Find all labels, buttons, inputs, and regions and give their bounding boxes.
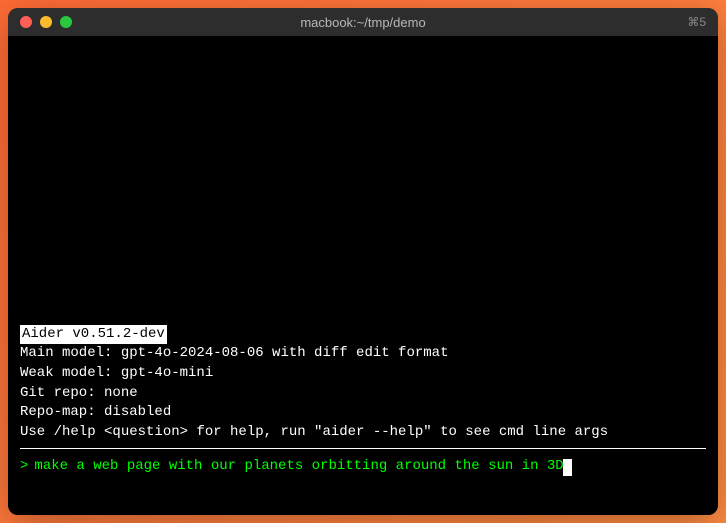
close-button[interactable]: [20, 16, 32, 28]
prompt-symbol: >: [20, 457, 28, 477]
prompt-line[interactable]: > make a web page with our planets orbit…: [20, 457, 706, 477]
maximize-button[interactable]: [60, 16, 72, 28]
version-badge: Aider v0.51.2-dev: [20, 325, 167, 345]
weak-model-line: Weak model: gpt-4o-mini: [20, 364, 706, 384]
terminal-empty-area: [20, 44, 706, 325]
main-model-line: Main model: gpt-4o-2024-08-06 with diff …: [20, 344, 706, 364]
version-line: Aider v0.51.2-dev: [20, 325, 706, 345]
repo-map-line: Repo-map: disabled: [20, 403, 706, 423]
prompt-input[interactable]: make a web page with our planets orbitti…: [34, 457, 563, 477]
traffic-lights: [20, 16, 72, 28]
divider: [20, 448, 706, 449]
terminal-body[interactable]: Aider v0.51.2-dev Main model: gpt-4o-202…: [8, 36, 718, 515]
minimize-button[interactable]: [40, 16, 52, 28]
keyboard-shortcut-indicator: ⌘5: [687, 15, 706, 29]
titlebar: macbook:~/tmp/demo ⌘5: [8, 8, 718, 36]
bottom-padding: [20, 477, 706, 507]
text-cursor: [563, 459, 572, 476]
git-repo-line: Git repo: none: [20, 384, 706, 404]
terminal-window: macbook:~/tmp/demo ⌘5 Aider v0.51.2-dev …: [8, 8, 718, 515]
help-line: Use /help <question> for help, run "aide…: [20, 423, 706, 443]
window-title: macbook:~/tmp/demo: [300, 15, 425, 30]
